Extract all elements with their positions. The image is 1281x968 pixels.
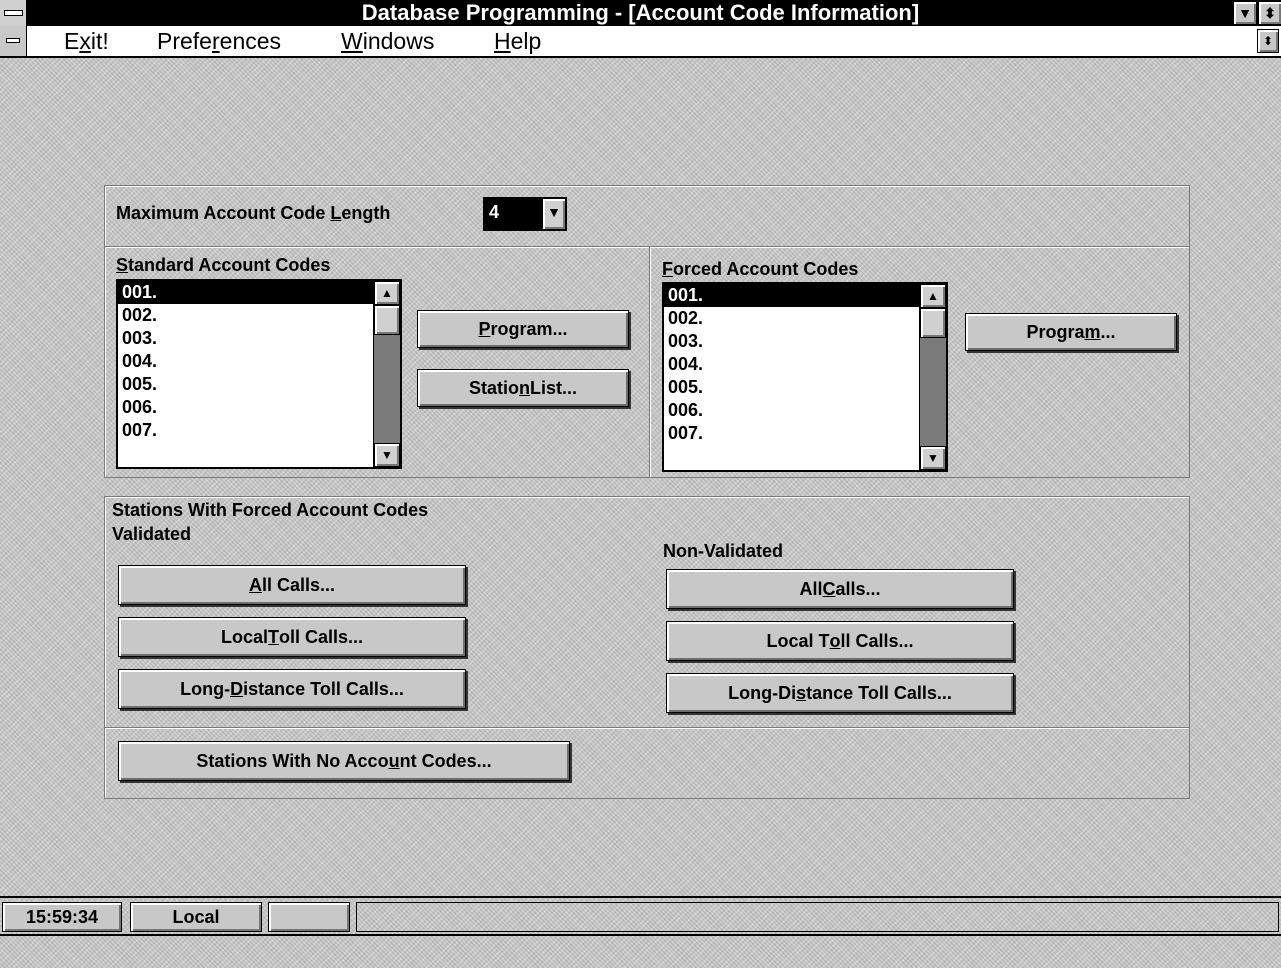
scroll-up-arrow-icon[interactable]: ▲ <box>920 284 946 308</box>
list-item[interactable]: 001. <box>118 281 374 304</box>
menu-bar: Exit! Preferences Windows Help ⬍ <box>0 26 1281 58</box>
standard-scrollbar[interactable]: ▲ ▼ <box>373 281 400 467</box>
list-item[interactable]: 005. <box>664 376 920 399</box>
validated-long-distance-button[interactable]: Long- Distance Toll Calls... <box>118 669 466 709</box>
title-bar: Database Programming - [Account Code Inf… <box>0 0 1281 26</box>
list-item[interactable]: 003. <box>664 330 920 353</box>
restore-arrows-icon[interactable]: ⬍ <box>1258 1 1281 25</box>
nonvalidated-local-toll-button[interactable]: Local To ll Calls... <box>666 621 1014 661</box>
validated-label: Validated <box>112 524 192 544</box>
nonvalidated-label: Non-Validated <box>663 541 784 561</box>
scroll-up-arrow-icon[interactable]: ▲ <box>374 281 400 305</box>
list-item[interactable]: 004. <box>664 353 920 376</box>
status-blank-panel <box>268 902 350 932</box>
menu-exit[interactable]: Exit! <box>64 26 109 56</box>
forced-scrollbar[interactable]: ▲ ▼ <box>919 284 946 470</box>
validated-local-toll-button[interactable]: Local Toll Calls... <box>118 617 466 657</box>
standard-codes-listbox[interactable]: 001. 002. 003. 004. 005. 006. 007. ▲ ▼ <box>116 279 402 469</box>
forced-program-button[interactable]: Progra m... <box>965 313 1177 351</box>
max-length-label: Maximum Account Code Length <box>116 203 391 223</box>
document-system-menu-icon[interactable] <box>0 26 27 56</box>
status-mode: Local <box>130 902 262 932</box>
status-time: 15:59:34 <box>2 902 122 932</box>
document-restore-icon[interactable]: ⬍ <box>1257 29 1279 53</box>
no-account-codes-button[interactable]: Stations With No Acco u nt Codes... <box>118 741 570 781</box>
scroll-thumb[interactable] <box>920 308 946 338</box>
menu-preferences[interactable]: Preferences <box>157 26 281 56</box>
dropdown-arrow-icon[interactable]: ▼ <box>543 199 565 229</box>
list-item[interactable]: 005. <box>118 373 374 396</box>
list-item[interactable]: 006. <box>664 399 920 422</box>
list-item[interactable]: 004. <box>118 350 374 373</box>
scroll-down-arrow-icon[interactable]: ▼ <box>920 446 946 470</box>
status-message-area <box>356 902 1279 932</box>
max-length-combobox[interactable]: 4 ▼ <box>483 197 567 231</box>
nonvalidated-long-distance-button[interactable]: Long-Di s tance Toll Calls... <box>666 673 1014 713</box>
stations-forced-title: Stations With Forced Account Codes <box>112 500 429 520</box>
list-item[interactable]: 002. <box>664 307 920 330</box>
max-length-value: 4 <box>485 199 543 229</box>
nonvalidated-all-calls-button[interactable]: All Calls... <box>666 569 1014 609</box>
list-item[interactable]: 001. <box>664 284 920 307</box>
station-list-button[interactable]: Statio n List... <box>417 369 629 407</box>
standard-codes-label: Standard Account Codes <box>116 255 331 275</box>
forced-codes-listbox[interactable]: 001. 002. 003. 004. 005. 006. 007. ▲ ▼ <box>662 282 948 472</box>
menu-windows[interactable]: Windows <box>341 26 434 56</box>
minimize-arrow-icon[interactable]: ▼ <box>1233 1 1257 25</box>
list-item[interactable]: 002. <box>118 304 374 327</box>
standard-program-button[interactable]: Program... <box>417 310 629 348</box>
list-item[interactable]: 006. <box>118 396 374 419</box>
scroll-thumb[interactable] <box>374 305 400 335</box>
scroll-down-arrow-icon[interactable]: ▼ <box>374 443 400 467</box>
window-title: Database Programming - [Account Code Inf… <box>361 0 920 25</box>
validated-all-calls-button[interactable]: All Calls... <box>118 565 466 605</box>
forced-codes-label: Forced Account Codes <box>662 259 859 279</box>
list-item[interactable]: 007. <box>118 419 374 442</box>
list-item[interactable]: 003. <box>118 327 374 350</box>
menu-help[interactable]: Help <box>494 26 541 56</box>
list-item[interactable]: 007. <box>664 422 920 445</box>
status-bar: 15:59:34 Local <box>0 896 1281 936</box>
